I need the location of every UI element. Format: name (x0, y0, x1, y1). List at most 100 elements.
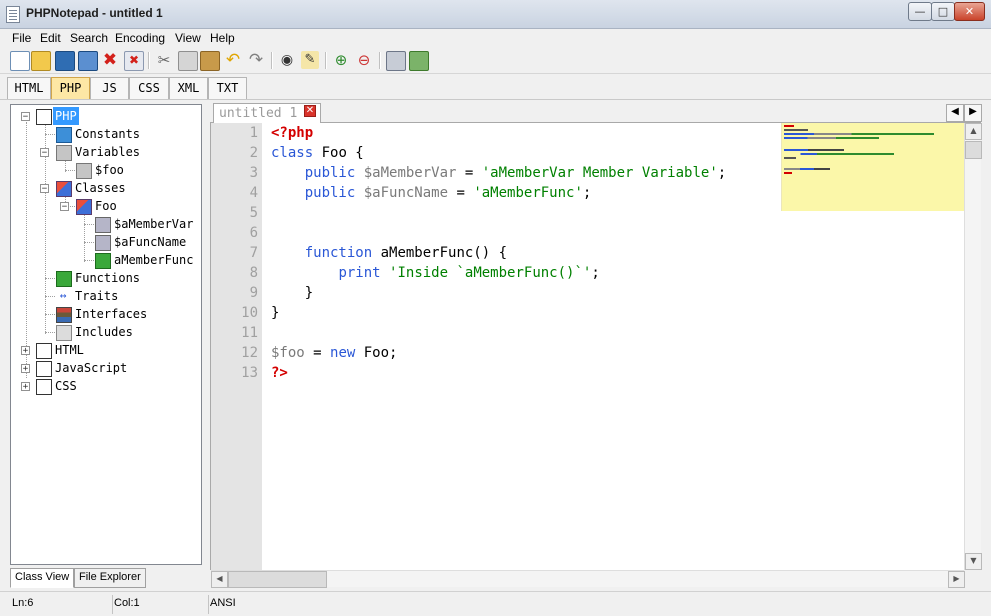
copy-icon[interactable] (178, 51, 198, 71)
menu-view[interactable]: View (175, 31, 201, 45)
save-all-icon[interactable] (78, 51, 98, 71)
new-file-icon[interactable] (10, 51, 30, 71)
line-number: 13 (241, 365, 258, 381)
line-number: 12 (241, 345, 258, 361)
status-encoding: ANSI (210, 597, 236, 609)
close-window-button[interactable]: ✕ (954, 2, 985, 21)
line-number: 1 (249, 125, 258, 141)
window-title: PHPNotepad - untitled 1 (26, 6, 163, 20)
tree-expand-html[interactable]: + (21, 346, 30, 356)
tree-expand-css[interactable]: + (21, 382, 30, 392)
code-line-9: } (304, 285, 314, 301)
tree-collapse-variables[interactable]: − (40, 148, 49, 158)
menu-file[interactable]: File (12, 31, 31, 45)
line-number: 5 (249, 205, 258, 221)
code-line-4: public $aFuncName = 'aMemberFunc'; (304, 185, 592, 201)
code-line-7: function aMemberFunc() { (304, 245, 508, 261)
code-line-2: class Foo { (271, 145, 364, 161)
property-icon (95, 235, 111, 251)
tab-class-view[interactable]: Class View (10, 568, 75, 588)
tree-expand-javascript[interactable]: + (21, 364, 30, 374)
tab-css[interactable]: CSS (129, 77, 169, 99)
tab-xml[interactable]: XML (169, 77, 208, 99)
variable-cube-icon (56, 145, 72, 161)
line-number: 11 (241, 325, 258, 341)
menu-search[interactable]: Search (70, 31, 108, 45)
code-line-1: <?php (271, 125, 314, 141)
minimize-button[interactable]: — (908, 2, 932, 21)
menu-encoding[interactable]: Encoding (115, 31, 165, 45)
line-number: 7 (249, 245, 258, 261)
line-number: 8 (249, 265, 258, 281)
line-number: 6 (249, 225, 258, 241)
class-icon (76, 199, 92, 215)
horizontal-scrollbar[interactable]: ◀ ▶ (211, 570, 965, 588)
include-icon (56, 325, 72, 341)
toolbar: ✖ ✖ ✂ ↶ ↷ ◉ ✎ ⊕ ⊖ (0, 48, 991, 74)
class-icon (56, 181, 72, 197)
vertical-scrollbar[interactable]: ▲ ▼ (964, 123, 982, 570)
line-number: 3 (249, 165, 258, 181)
variable-cube-icon (76, 163, 92, 179)
tab-html[interactable]: HTML (7, 77, 51, 99)
zoom-out-icon[interactable]: ⊖ (355, 51, 373, 69)
tab-scroll-right-button[interactable]: ▶ (964, 104, 982, 122)
scroll-down-button[interactable]: ▼ (965, 553, 982, 570)
tree-collapse-php[interactable]: − (21, 112, 30, 122)
scroll-left-button[interactable]: ◀ (211, 571, 228, 588)
code-line-13: ?> (271, 365, 288, 381)
tab-php[interactable]: PHP (51, 77, 90, 99)
paste-icon[interactable] (200, 51, 220, 71)
find-icon[interactable]: ◉ (278, 51, 296, 69)
horizontal-scroll-thumb[interactable] (228, 571, 327, 588)
method-icon (95, 253, 111, 269)
menu-help[interactable]: Help (210, 31, 235, 45)
code-line-10: } (271, 305, 280, 321)
status-column: Col:1 (112, 595, 209, 614)
css-file-icon (36, 379, 52, 395)
line-number: 4 (249, 185, 258, 201)
tab-scroll-left-button[interactable]: ◀ (946, 104, 964, 122)
html-file-icon (36, 343, 52, 359)
app-notepad-icon (6, 6, 20, 23)
exit-icon[interactable] (409, 51, 429, 71)
line-number: 2 (249, 145, 258, 161)
scroll-up-button[interactable]: ▲ (965, 123, 982, 140)
tab-file-explorer[interactable]: File Explorer (74, 568, 146, 588)
menu-bar: File Edit Search Encoding View Help (0, 29, 991, 48)
scroll-thumb[interactable] (965, 141, 982, 159)
menu-edit[interactable]: Edit (40, 31, 61, 45)
status-line: Ln:6 (10, 595, 113, 614)
function-icon (56, 271, 72, 287)
status-bar: Ln:6 Col:1 ANSI (0, 591, 991, 616)
save-icon[interactable] (55, 51, 75, 71)
property-icon (95, 217, 111, 233)
undo-icon[interactable]: ↶ (224, 51, 242, 69)
code-line-3: public $aMemberVar = 'aMemberVar Member … (304, 165, 727, 181)
code-line-8: print 'Inside `aMemberFunc()`'; (338, 265, 600, 281)
replace-icon[interactable]: ✎ (301, 51, 319, 69)
scroll-right-button[interactable]: ▶ (948, 571, 965, 588)
print-icon[interactable] (386, 51, 406, 71)
tree-collapse-foo[interactable]: − (60, 202, 69, 212)
tab-js[interactable]: JS (90, 77, 129, 99)
redo-icon[interactable]: ↷ (247, 51, 265, 69)
zoom-in-icon[interactable]: ⊕ (332, 51, 350, 69)
open-folder-icon[interactable] (31, 51, 51, 71)
line-number: 10 (241, 305, 258, 321)
document-tab-bar (210, 102, 981, 123)
javascript-file-icon (36, 361, 52, 377)
trait-icon: ↔ (59, 289, 67, 302)
cut-icon[interactable]: ✂ (155, 51, 173, 69)
line-number: 9 (249, 285, 258, 301)
code-line-12: $foo = new Foo; (271, 345, 398, 361)
close-all-icon[interactable]: ✖ (124, 51, 144, 71)
close-tab-icon[interactable]: ✕ (304, 105, 316, 117)
php-file-icon (36, 109, 52, 125)
interface-books-icon (56, 307, 72, 323)
maximize-button[interactable]: □ (931, 2, 955, 21)
tab-txt[interactable]: TXT (208, 77, 247, 99)
tree-collapse-classes[interactable]: − (40, 184, 49, 194)
close-icon[interactable]: ✖ (101, 51, 119, 69)
language-tab-bar: HTML PHP JS CSS XML TXT (0, 75, 991, 100)
